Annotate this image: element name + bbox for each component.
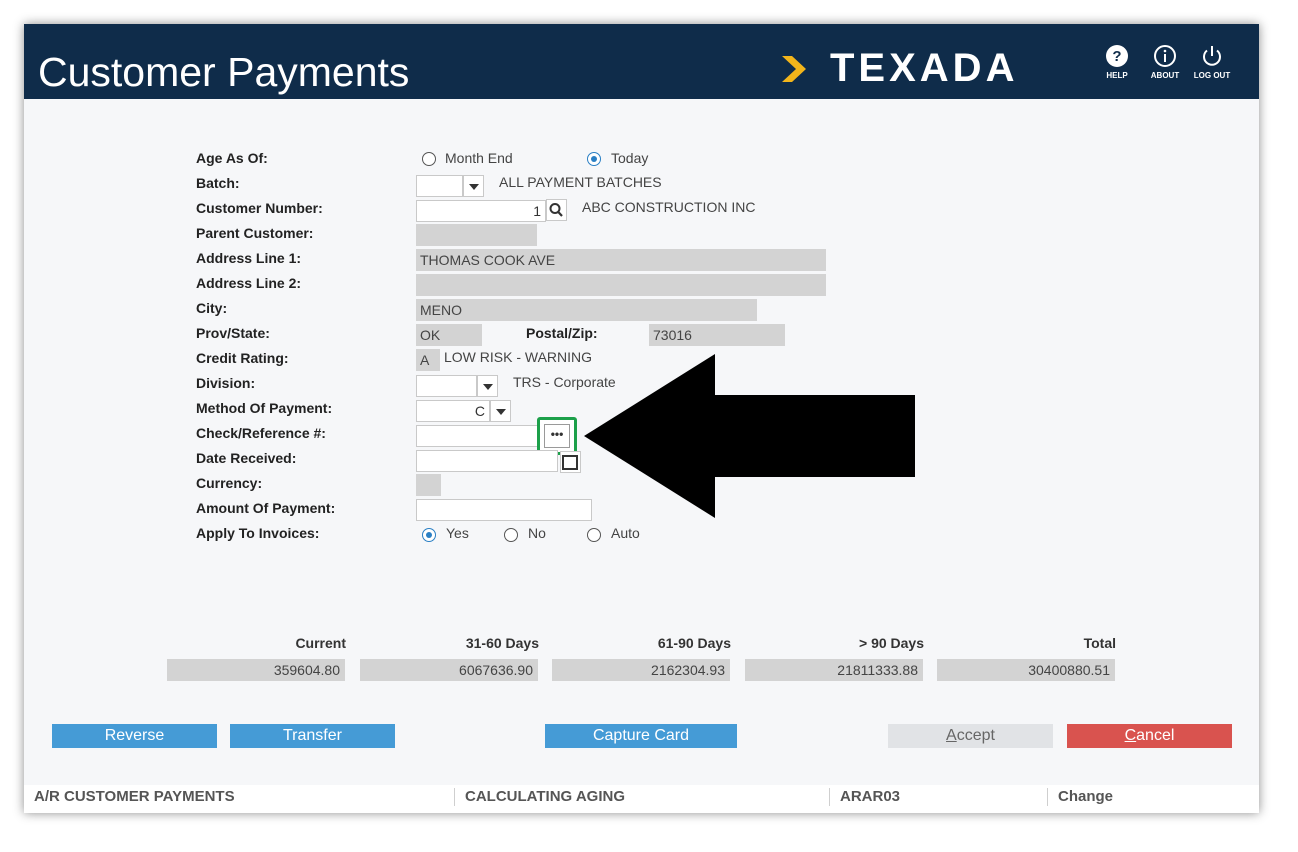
status-divider (454, 788, 455, 806)
transfer-button[interactable]: Transfer (230, 724, 395, 748)
aging-value-61-90: 2162304.93 (552, 659, 730, 681)
age-month-end-radio[interactable] (422, 152, 436, 166)
prov-state-field: OK (416, 324, 482, 346)
apply-yes-label: Yes (446, 525, 469, 541)
credit-rating-label: Credit Rating: (196, 350, 289, 366)
accept-button[interactable]: Accept (888, 724, 1053, 748)
capture-card-button[interactable]: Capture Card (545, 724, 737, 748)
age-as-of-label: Age As Of: (196, 150, 268, 166)
age-today-label: Today (611, 150, 649, 166)
address-line-2-field (416, 274, 826, 296)
parent-customer-field (416, 224, 537, 246)
aging-header-over-90: > 90 Days (859, 635, 924, 651)
credit-rating-field: A (416, 349, 440, 371)
about-icon (1154, 45, 1176, 67)
app-window: Customer Payments TEXADA ? HELP ABOUT LO… (24, 24, 1259, 813)
status-divider (1047, 788, 1048, 806)
date-received-label: Date Received: (196, 450, 297, 466)
aging-value-over-90: 21811333.88 (745, 659, 923, 681)
apply-no-label: No (528, 525, 546, 541)
status-bar: A/R CUSTOMER PAYMENTS CALCULATING AGING … (24, 785, 1259, 813)
parent-customer-label: Parent Customer: (196, 225, 314, 241)
check-reference-input[interactable] (416, 425, 541, 447)
cancel-label: ancel (1136, 727, 1175, 744)
svg-text:?: ? (1112, 48, 1121, 65)
batch-dropdown-button[interactable] (463, 175, 484, 197)
amount-of-payment-input[interactable] (416, 499, 592, 521)
currency-field (416, 474, 441, 496)
aging-header-total: Total (1083, 635, 1116, 651)
ellipsis-icon: ••• (550, 427, 564, 441)
currency-label: Currency: (196, 475, 263, 491)
help-button[interactable]: ? HELP (1097, 44, 1137, 80)
aging-header-31-60: 31-60 Days (465, 635, 539, 651)
ellipsis-icon-frame: ••• (544, 424, 570, 448)
calendar-icon (560, 451, 581, 473)
reverse-button[interactable]: Reverse (52, 724, 217, 748)
status-process: CALCULATING AGING (465, 788, 625, 805)
logo-chevron-icon (782, 56, 806, 82)
address-line-1-field: THOMAS COOK AVE (416, 249, 826, 271)
aging-value-31-60: 6067636.90 (360, 659, 538, 681)
logout-label: LOG OUT (1193, 71, 1231, 80)
status-program: ARAR03 (840, 788, 901, 805)
check-reference-label: Check/Reference #: (196, 425, 326, 441)
apply-auto-radio[interactable] (587, 528, 601, 542)
logo-wordmark: TEXADA (830, 46, 1019, 90)
cancel-button[interactable]: Cancel (1067, 724, 1232, 748)
status-module: A/R CUSTOMER PAYMENTS (34, 788, 235, 805)
customer-number-label: Customer Number: (196, 200, 323, 216)
city-field: MENO (416, 299, 757, 321)
search-icon (546, 199, 567, 221)
city-label: City: (196, 300, 228, 316)
division-input[interactable] (416, 375, 477, 397)
age-today-radio[interactable] (587, 152, 601, 166)
apply-yes-radio[interactable] (422, 528, 436, 542)
division-dropdown-button[interactable] (477, 375, 498, 397)
texada-logo: TEXADA (780, 46, 1070, 90)
status-mode: Change (1058, 788, 1114, 805)
status-divider (829, 788, 830, 806)
age-month-end-label: Month End (445, 150, 513, 166)
customer-name: ABC CONSTRUCTION INC (582, 199, 756, 215)
apply-no-radio[interactable] (504, 528, 518, 542)
apply-auto-label: Auto (611, 525, 640, 541)
method-of-payment-label: Method Of Payment: (196, 400, 333, 416)
aging-header-61-90: 61-90 Days (657, 635, 731, 651)
method-of-payment-dropdown-button[interactable] (490, 400, 511, 422)
aging-value-total: 30400880.51 (937, 659, 1115, 681)
batch-description: ALL PAYMENT BATCHES (499, 174, 662, 190)
power-icon (1203, 46, 1221, 66)
method-of-payment-input[interactable]: C (416, 400, 490, 422)
cancel-mnemonic: C (1124, 727, 1137, 744)
address-line-2-label: Address Line 2: (196, 275, 302, 291)
amount-of-payment-label: Amount Of Payment: (196, 500, 336, 516)
annotation-arrow-icon (584, 354, 915, 518)
credit-rating-description: LOW RISK - WARNING (444, 349, 593, 365)
apply-to-invoices-label: Apply To Invoices: (196, 525, 320, 541)
aging-value-current: 359604.80 (167, 659, 345, 681)
batch-label: Batch: (196, 175, 240, 191)
prov-state-label: Prov/State: (196, 325, 270, 341)
about-button[interactable]: ABOUT (1145, 44, 1185, 80)
date-received-input[interactable] (416, 450, 558, 472)
aging-header-current: Current (295, 635, 346, 651)
division-label: Division: (196, 375, 256, 391)
logout-button[interactable]: LOG OUT (1192, 44, 1232, 80)
customer-search-button[interactable] (546, 199, 567, 221)
accept-label: ccept (956, 727, 995, 744)
page-title: Customer Payments (38, 49, 410, 95)
postal-zip-field: 73016 (649, 324, 785, 346)
address-line-1-label: Address Line 1: (196, 250, 302, 266)
accept-mnemonic: A (946, 727, 957, 744)
help-label: HELP (1106, 71, 1128, 80)
about-label: ABOUT (1150, 71, 1180, 80)
customer-number-input[interactable]: 1 (416, 200, 546, 222)
batch-input[interactable] (416, 175, 463, 197)
postal-zip-label: Postal/Zip: (526, 325, 598, 341)
app-header: Customer Payments TEXADA ? HELP ABOUT LO… (24, 24, 1259, 99)
help-icon: ? (1106, 45, 1128, 67)
date-picker-button[interactable] (560, 451, 581, 473)
